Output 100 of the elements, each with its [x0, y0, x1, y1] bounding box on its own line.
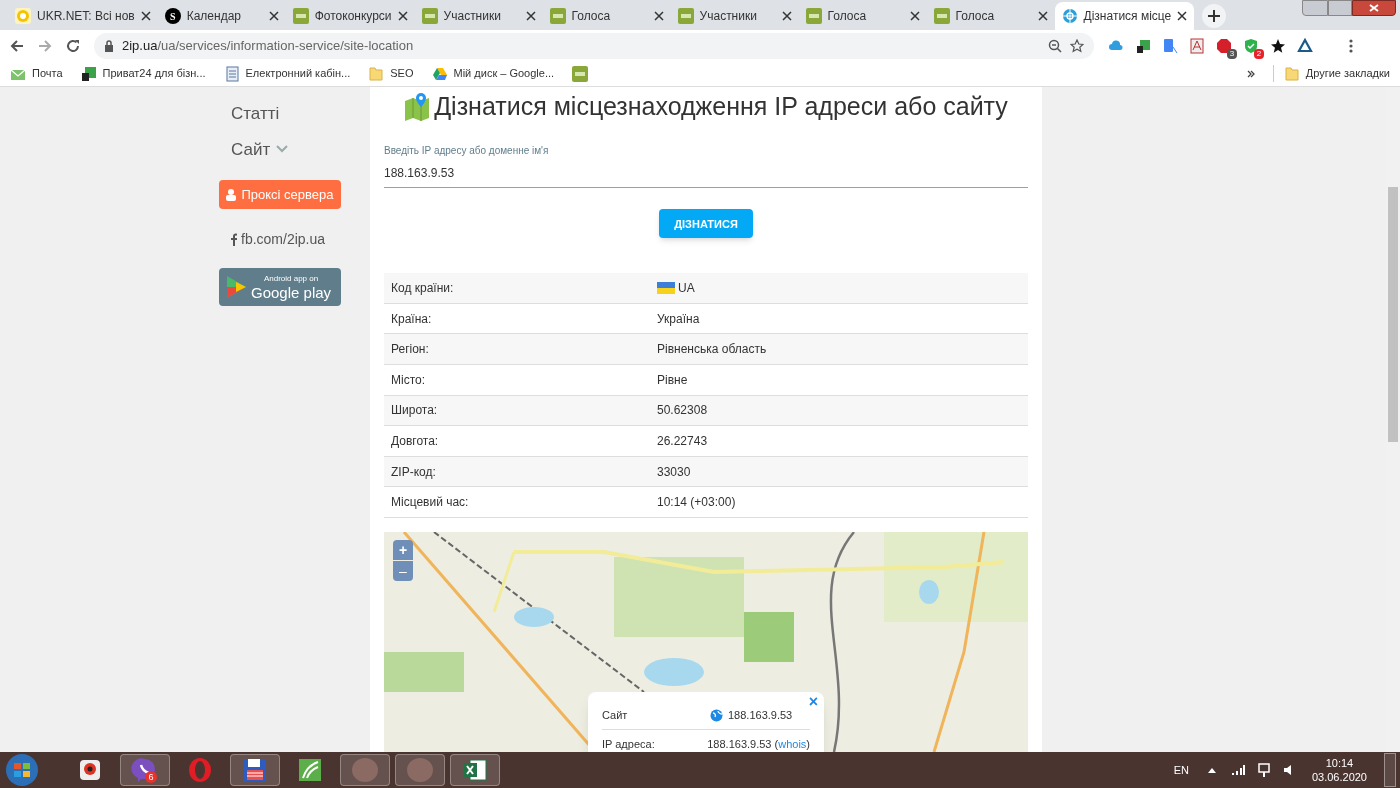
- sidebar-link[interactable]: Статті: [231, 101, 280, 127]
- tab-title: Участники: [443, 8, 502, 25]
- table-cell-text: Країна:: [390, 310, 433, 328]
- close-icon: [397, 11, 408, 21]
- stop-sign-icon: [1216, 37, 1232, 54]
- caret-up-icon: [1207, 767, 1216, 773]
- table-cell-text: 33030: [657, 463, 691, 481]
- table-cell-text: Довгота:: [390, 433, 440, 450]
- document-icon: [223, 65, 240, 82]
- notification-badge: 6: [145, 771, 157, 783]
- close-window-button[interactable]: [1352, 0, 1396, 16]
- triangle-logo-icon: [1297, 37, 1313, 54]
- drive-logo-icon: [431, 65, 448, 82]
- page-title: Дізнатися місцезнаходження IP адреси або сайту: [434, 91, 1008, 123]
- privat-logo-icon: [1135, 37, 1151, 54]
- bookmark-star-icon: [1070, 38, 1084, 53]
- google-play-badge[interactable]: Android app on Google play: [219, 268, 341, 306]
- close-icon: [1037, 11, 1048, 21]
- language-indicator[interactable]: EN: [1173, 761, 1189, 779]
- show-desktop-button[interactable]: [1384, 753, 1396, 787]
- table-cell-text: ZIP-код:: [390, 463, 437, 481]
- bookmark-item[interactable]: Мій диск – Google...: [431, 65, 555, 82]
- close-icon: [1369, 4, 1379, 12]
- extension-badge: 2: [1254, 48, 1264, 59]
- signal-bars-icon: [1230, 765, 1245, 775]
- chevron-double-icon: [1246, 69, 1255, 78]
- url-text: 2ip.ua/ua/services/information-service/site-location: [122, 36, 415, 55]
- sidebar-link[interactable]: Сайт: [231, 136, 289, 162]
- site-logo-icon: [677, 8, 694, 24]
- table-cell-text: 50.62308: [657, 402, 708, 420]
- site-logo-icon[interactable]: [572, 65, 589, 82]
- facebook-icon: [231, 233, 237, 246]
- clock-date[interactable]: 03.06.2020: [1311, 770, 1367, 784]
- table-cell-text: Регіон:: [390, 341, 430, 359]
- person-icon: [226, 188, 237, 201]
- bookmark-item[interactable]: Почта: [10, 65, 63, 82]
- facebook-link[interactable]: fb.com/2ip.ua: [231, 229, 326, 250]
- table-cell-text: Місцевий час:: [390, 494, 470, 512]
- spreadsheet-icon: [461, 756, 489, 784]
- close-button[interactable]: ×: [808, 694, 818, 710]
- table-cell-text: Місто:: [390, 371, 427, 389]
- popup-label: IP адреса:: [602, 736, 656, 752]
- bookmark-item[interactable]: SEO: [368, 65, 414, 82]
- close-icon: [140, 11, 151, 21]
- close-icon: [909, 11, 920, 21]
- tab-title: Календар: [186, 8, 242, 25]
- forward-arrow-icon: [38, 38, 52, 53]
- popup-value: 188.163.9.53 (whois): [707, 736, 810, 752]
- start-button-icon: [4, 753, 40, 787]
- browser-tab[interactable]: Дізнатися місце: [1054, 2, 1195, 30]
- ip-input-field[interactable]: 188.163.9.53: [384, 164, 1028, 188]
- close-icon: [525, 11, 536, 21]
- more-menu-icon: [1349, 37, 1353, 54]
- globe-icon: [1061, 8, 1078, 24]
- zoom-out-icon: [1048, 38, 1062, 53]
- site-logo-icon: [933, 8, 950, 24]
- close-icon: [268, 11, 279, 21]
- power-plug-icon: [1257, 763, 1270, 777]
- site-logo-icon: [421, 8, 438, 24]
- clock-time[interactable]: 10:14: [1325, 756, 1354, 770]
- tab-title: Голоса: [955, 8, 996, 25]
- maximize-button[interactable]: [1328, 0, 1352, 16]
- whois-link[interactable]: whois: [778, 737, 807, 750]
- table-cell-text: Україна: [657, 310, 700, 328]
- ukraine-flag-icon: [657, 282, 675, 295]
- address-bar[interactable]: 2ip.ua/ua/services/information-service/site-location: [94, 32, 1094, 59]
- tab-title: Дізнатися місце: [1083, 8, 1172, 25]
- privat-logo-icon: [80, 65, 97, 82]
- table-cell-text: 10:14 (+03:00): [657, 494, 736, 512]
- bookmark-item[interactable]: Електронний кабін...: [223, 65, 351, 82]
- minimize-button[interactable]: [1302, 0, 1328, 16]
- taskbar-app[interactable]: [230, 754, 280, 786]
- tab-title: Фотоконкурси: [314, 8, 392, 25]
- taskbar-app[interactable]: 6: [120, 754, 170, 786]
- taskbar-app[interactable]: [450, 754, 500, 786]
- reload-icon: [66, 38, 80, 53]
- bookmark-item[interactable]: Приват24 для бізн...: [80, 65, 206, 82]
- lock-icon: [104, 39, 114, 52]
- pdf-icon: [1189, 37, 1205, 54]
- bookmark-folder[interactable]: Другие закладки: [1272, 65, 1390, 82]
- new-tab-button[interactable]: [1202, 4, 1227, 28]
- table-cell-text: Рівненська область: [657, 341, 767, 359]
- close-icon: [1177, 11, 1188, 21]
- play-triangle-icon: [225, 275, 247, 299]
- table-cell: UA: [657, 279, 695, 298]
- blurred-app-icon: [351, 756, 379, 784]
- site-logo-icon: S: [164, 8, 181, 24]
- translate-icon: [1162, 37, 1178, 54]
- ukrnet-logo-icon: [15, 8, 31, 24]
- close-icon: [781, 11, 792, 21]
- site-logo-icon: [549, 8, 566, 24]
- table-cell-text: 26.22743: [657, 433, 708, 450]
- folder-icon: [1283, 65, 1300, 82]
- tab-title: UKR.NET: Всі нов: [37, 8, 135, 25]
- star-icon: [1270, 37, 1286, 54]
- close-icon: [653, 11, 664, 21]
- blurred-app-icon: [406, 756, 434, 784]
- tab-title: Голоса: [827, 8, 868, 25]
- popup-label: Сайт: [602, 708, 629, 724]
- back-arrow-icon: [10, 38, 24, 53]
